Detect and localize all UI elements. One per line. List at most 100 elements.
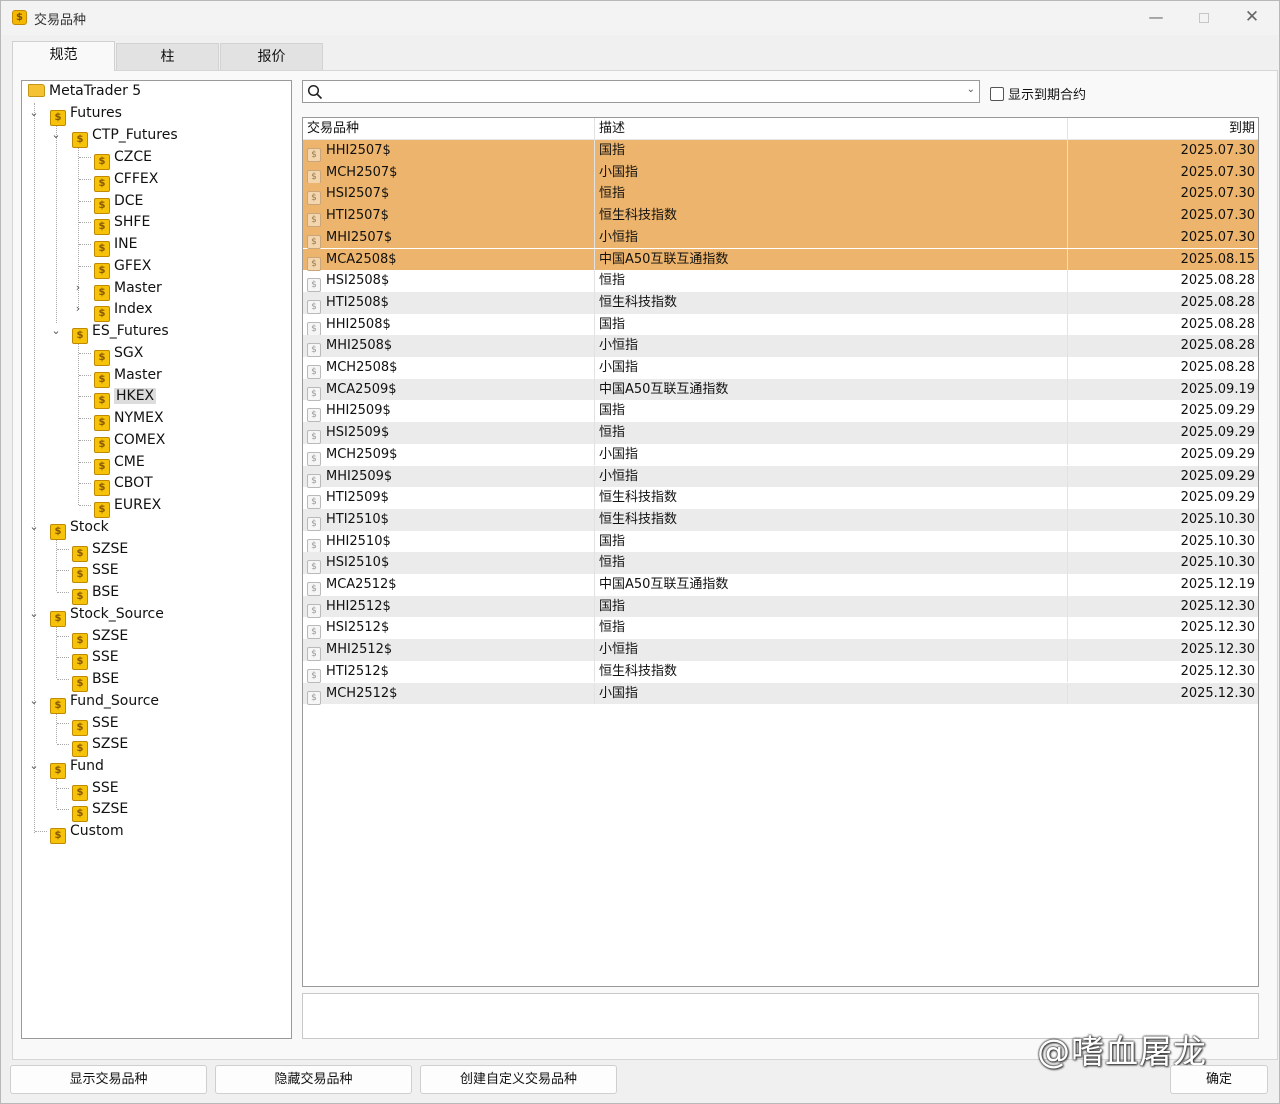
table-row[interactable]: $ MCA2508$ 中国A50互联互通指数 2025.08.15 — [303, 248, 1258, 271]
search-input[interactable] — [327, 82, 957, 101]
tab-specification[interactable]: 规范 — [12, 41, 115, 71]
table-row[interactable]: $ HTI2509$ 恒生科技指数 2025.09.29 — [303, 487, 1258, 510]
table-row[interactable]: $ HTI2512$ 恒生科技指数 2025.12.30 — [303, 660, 1258, 683]
table-row[interactable]: $ MCH2509$ 小国指 2025.09.29 — [303, 443, 1258, 466]
tree-item[interactable]: $ Fund_Source — [50, 691, 159, 714]
symbol-name: HHI2510$ — [326, 533, 391, 549]
collapse-icon[interactable]: ⌄ — [28, 691, 40, 711]
tree-item-selected[interactable]: $ HKEX — [94, 386, 157, 409]
table-row[interactable]: $ MCH2507$ 小国指 2025.07.30 — [303, 161, 1258, 184]
table-row[interactable]: $ HTI2507$ 恒生科技指数 2025.07.30 — [303, 205, 1258, 228]
table-row[interactable]: $ HHI2509$ 国指 2025.09.29 — [303, 400, 1258, 423]
tree-item[interactable]: $ COMEX — [94, 430, 165, 453]
show-expired-checkbox[interactable]: 显示到期合约 — [990, 84, 1086, 103]
tree-item[interactable]: $ SHFE — [94, 212, 150, 235]
checkbox-box[interactable] — [990, 87, 1004, 101]
collapse-icon[interactable]: ⌄ — [28, 604, 40, 624]
table-row[interactable]: $ HHI2508$ 国指 2025.08.28 — [303, 313, 1258, 336]
show-symbol-button[interactable]: 显示交易品种 — [10, 1065, 207, 1094]
symbol-name: MHI2508$ — [326, 338, 393, 354]
tree-item[interactable]: $ EUREX — [94, 495, 161, 518]
tree-item[interactable]: $ SSE — [72, 647, 119, 670]
symbol-name: HTI2507$ — [326, 208, 389, 224]
symbol-icon: $ — [307, 430, 321, 445]
tree-item[interactable]: $ DCE — [94, 191, 143, 214]
table-row[interactable]: $ MCA2512$ 中国A50互联互通指数 2025.12.19 — [303, 574, 1258, 596]
tree-root[interactable]: MetaTrader 5 — [28, 81, 141, 101]
tree-item[interactable]: $ Stock — [50, 517, 109, 540]
tree-item[interactable]: $ Master — [94, 365, 162, 388]
tree-item[interactable]: $ CME — [94, 452, 145, 475]
tree-item[interactable]: $ SGX — [94, 343, 143, 366]
table-row[interactable]: $ HSI2509$ 恒指 2025.09.29 — [303, 422, 1258, 445]
symbol-cell: $ MCH2507$ — [307, 162, 589, 184]
tree-item[interactable]: $ Fund — [50, 756, 104, 779]
table-row[interactable]: $ HSI2512$ 恒指 2025.12.30 — [303, 617, 1258, 640]
tree-item[interactable]: $ Custom — [50, 821, 124, 844]
tree-item[interactable]: $ BSE — [72, 582, 119, 605]
tree-item[interactable]: $ NYMEX — [94, 408, 164, 431]
column-header-symbol[interactable]: 交易品种 — [307, 118, 587, 140]
symbol-tree[interactable]: MetaTrader 5 ⌄ $ Futures ⌄ $ CTP_Futures $… — [21, 80, 292, 1039]
tree-item[interactable]: $ ES_Futures — [72, 321, 169, 344]
column-header-description[interactable]: 描述 — [594, 118, 1064, 140]
tree-item[interactable]: $ SSE — [72, 713, 119, 736]
description-cell: 国指 — [594, 313, 1064, 336]
table-row[interactable]: $ MCA2509$ 中国A50互联互通指数 2025.09.19 — [303, 378, 1258, 401]
table-row[interactable]: $ MHI2509$ 小恒指 2025.09.29 — [303, 465, 1258, 488]
tree-item[interactable]: $ INE — [94, 234, 137, 257]
tree-item[interactable]: $ SSE — [72, 560, 119, 583]
table-row[interactable]: $ HTI2510$ 恒生科技指数 2025.10.30 — [303, 508, 1258, 531]
chevron-down-icon[interactable]: ⌄ — [967, 84, 975, 95]
tree-item[interactable]: $ SZSE — [72, 539, 128, 562]
expand-icon[interactable]: › — [72, 278, 84, 298]
expand-icon[interactable]: › — [72, 299, 84, 319]
table-row[interactable]: $ MCH2512$ 小国指 2025.12.30 — [303, 682, 1258, 705]
symbol-name: MCA2509$ — [326, 381, 397, 397]
tree-item[interactable]: $ CTP_Futures — [72, 125, 178, 148]
expiration-cell: 2025.12.30 — [1067, 595, 1258, 618]
table-row[interactable]: $ MHI2508$ 小恒指 2025.08.28 — [303, 335, 1258, 358]
tree-item[interactable]: $ SZSE — [72, 799, 128, 822]
table-row[interactable]: $ HHI2512$ 国指 2025.12.30 — [303, 595, 1258, 618]
table-row[interactable]: $ HHI2507$ 国指 2025.07.30 — [303, 140, 1258, 162]
collapse-icon[interactable]: ⌄ — [50, 125, 62, 145]
tree-item[interactable]: $ CZCE — [94, 147, 152, 170]
column-header-expiration[interactable]: 到期 — [1067, 118, 1258, 140]
tree-item[interactable]: $ GFEX — [94, 256, 151, 279]
create-custom-symbol-button[interactable]: 创建自定义交易品种 — [420, 1065, 617, 1094]
table-row[interactable]: $ HSI2507$ 恒指 2025.07.30 — [303, 183, 1258, 206]
table-row[interactable]: $ MCH2508$ 小国指 2025.08.28 — [303, 357, 1258, 379]
tree-item[interactable]: $ CFFEX — [94, 169, 158, 192]
table-row[interactable]: $ HHI2510$ 国指 2025.10.30 — [303, 530, 1258, 553]
collapse-icon[interactable]: ⌄ — [50, 321, 62, 341]
collapse-icon[interactable]: ⌄ — [28, 756, 40, 776]
close-button[interactable]: ✕ — [1229, 1, 1275, 35]
tree-item[interactable]: $ BSE — [72, 669, 119, 692]
table-row[interactable]: $ MHI2507$ 小恒指 2025.07.30 — [303, 226, 1258, 249]
symbols-table[interactable]: 交易品种 描述 到期 $ HHI2507$ 国指 2025.07.30 $ MCH2507… — [302, 117, 1259, 987]
tree-item[interactable]: $ CBOT — [94, 473, 153, 496]
table-row[interactable]: $ HSI2508$ 恒指 2025.08.28 — [303, 270, 1258, 293]
symbol-icon: $ — [307, 408, 321, 423]
symbol-search[interactable]: ⌄ — [302, 80, 980, 103]
tree-item[interactable]: $ Master — [94, 278, 162, 301]
hide-symbol-button[interactable]: 隐藏交易品种 — [215, 1065, 412, 1094]
tree-item[interactable]: $ SZSE — [72, 734, 128, 757]
table-row[interactable]: $ HSI2510$ 恒指 2025.10.30 — [303, 552, 1258, 575]
description-cell: 恒指 — [594, 617, 1064, 640]
table-row[interactable]: $ HTI2508$ 恒生科技指数 2025.08.28 — [303, 291, 1258, 314]
tree-item[interactable]: $ SSE — [72, 778, 119, 801]
tree-item[interactable]: $ Index — [94, 299, 153, 322]
tree-item[interactable]: $ SZSE — [72, 626, 128, 649]
tree-item[interactable]: $ Futures — [50, 103, 122, 126]
ok-button[interactable]: 确定 — [1170, 1065, 1268, 1094]
table-row[interactable]: $ MHI2512$ 小恒指 2025.12.30 — [303, 639, 1258, 662]
tab-bars[interactable]: 柱 — [116, 43, 219, 71]
collapse-icon[interactable]: ⌄ — [28, 517, 40, 537]
minimize-button[interactable]: — — [1133, 1, 1179, 35]
maximize-button[interactable] — [1181, 1, 1227, 35]
collapse-icon[interactable]: ⌄ — [28, 103, 40, 123]
tab-ticks[interactable]: 报价 — [220, 43, 323, 71]
tree-item[interactable]: $ Stock_Source — [50, 604, 164, 627]
